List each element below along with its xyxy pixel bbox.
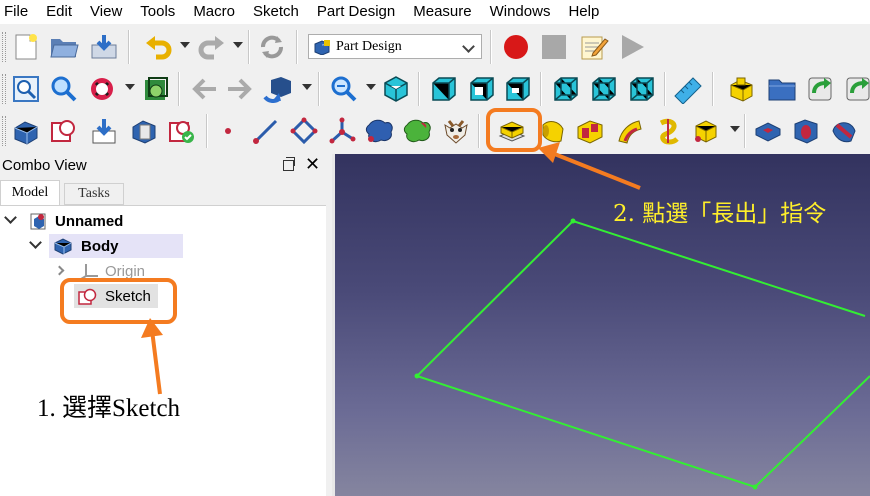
annotation-arrow-2 [551,151,641,190]
annotation-step-2: 2. 點選「長出」指令 [613,201,827,227]
annotation-step-1: 1. 選擇Sketch [37,395,181,422]
annotation-arrow-1 [150,329,162,395]
